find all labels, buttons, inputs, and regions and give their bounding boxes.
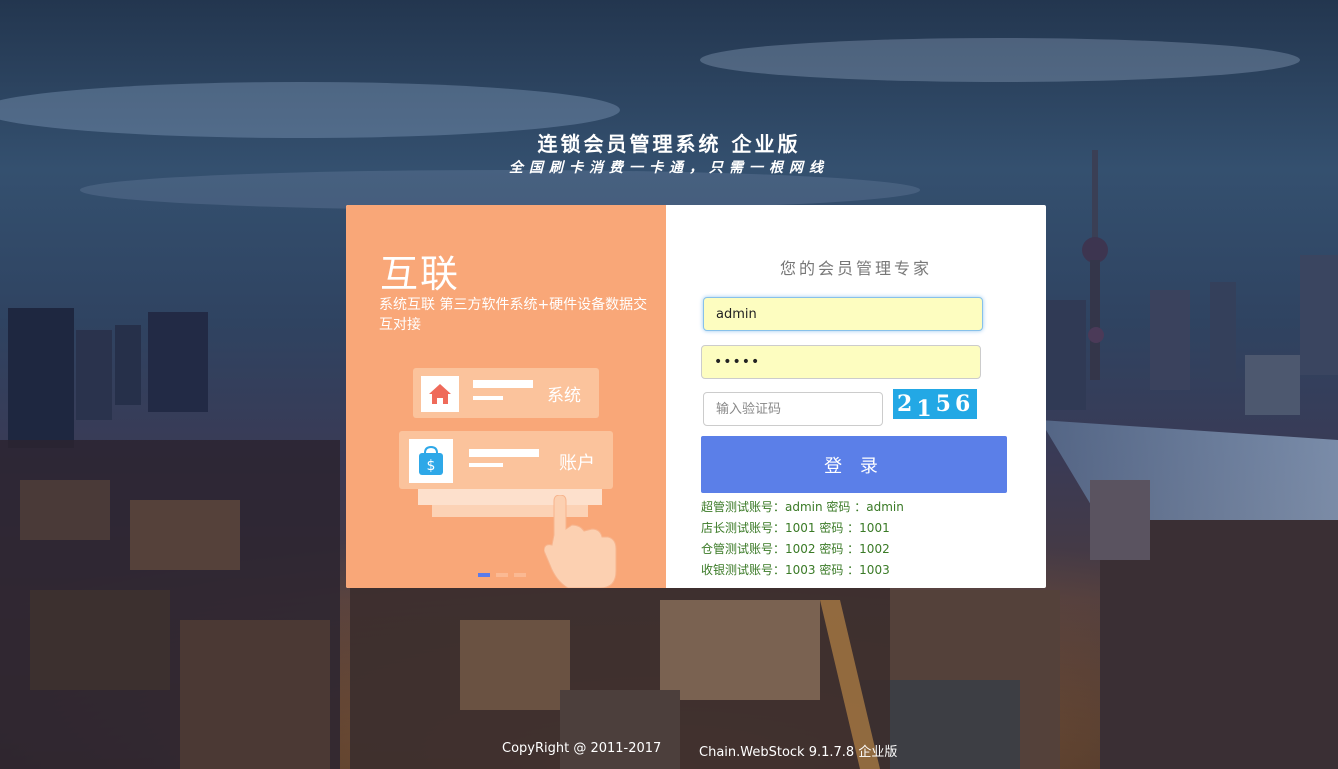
home-icon: [421, 376, 459, 412]
captcha-char: 2: [897, 391, 917, 417]
test-account-hints: 超管测试账号：admin 密码 ：admin 店长测试账号：1001 密码 ：1…: [701, 497, 904, 581]
captcha-image[interactable]: 2156: [893, 389, 977, 422]
promo-panel-label: 系统: [547, 386, 581, 406]
carousel-dot[interactable]: [478, 573, 490, 577]
promo-panel-account: $ 账户: [399, 431, 613, 489]
captcha-char: 1: [916, 396, 936, 422]
password-input[interactable]: [701, 345, 981, 379]
version-text: Chain.WebStock 9.1.7.8 企业版: [699, 745, 898, 760]
placeholder-bar: [473, 380, 533, 388]
login-heading: 您的会员管理专家: [779, 259, 932, 278]
promo-panel: 互联 系统互联 第三方软件系统+硬件设备数据交互对接 系统 $ 账户: [346, 205, 666, 588]
login-card: 互联 系统互联 第三方软件系统+硬件设备数据交互对接 系统 $ 账户 您的会员管…: [346, 205, 1046, 588]
placeholder-bar: [469, 463, 503, 467]
login-form: 您的会员管理专家 2156 登 录 超管测试账号：admin 密码 ：admin…: [666, 205, 1046, 588]
captcha-char: 6: [954, 391, 975, 417]
hint-line: 超管测试账号：admin 密码 ：admin: [701, 500, 904, 514]
copyright-text: CopyRight @ 2011-2017: [502, 741, 662, 756]
pointing-hand-icon: [544, 495, 617, 588]
placeholder-bar: [473, 396, 503, 400]
promo-title: 互联: [380, 252, 461, 296]
carousel-dot[interactable]: [514, 573, 526, 577]
promo-panel-system: 系统: [413, 368, 599, 418]
hint-line: 店长测试账号：1001 密码 ：1001: [701, 521, 890, 535]
hint-line: 收银测试账号：1003 密码 ：1003: [701, 563, 890, 577]
captcha-char: 5: [935, 391, 955, 417]
app-title: 连锁会员管理系统 企业版: [537, 132, 801, 156]
placeholder-bar: [469, 449, 539, 457]
app-slogan: 全国刷卡消费一卡通，只需一根网线: [509, 160, 829, 176]
promo-panel-label: 账户: [559, 453, 595, 474]
login-button[interactable]: 登 录: [701, 436, 1007, 493]
captcha-input[interactable]: [703, 392, 883, 426]
carousel-dot[interactable]: [496, 573, 508, 577]
hint-line: 仓管测试账号：1002 密码 ：1002: [701, 542, 890, 556]
wallet-icon: $: [409, 439, 453, 483]
svg-text:$: $: [427, 458, 436, 474]
carousel-dots: [478, 562, 532, 581]
promo-description: 系统互联 第三方软件系统+硬件设备数据交互对接: [379, 297, 648, 333]
username-input[interactable]: [703, 297, 983, 331]
